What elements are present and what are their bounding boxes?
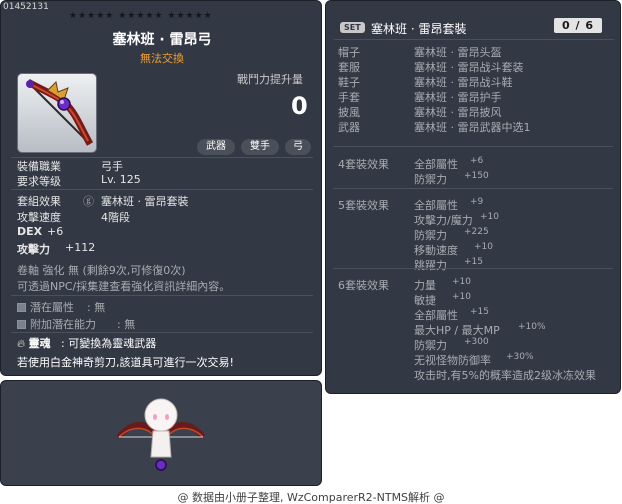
set-piece-name: 塞林班 · 雷昂头盔 <box>414 46 502 59</box>
req-level-value: Lv. 125 <box>101 173 141 186</box>
set-piece-name: 塞林班 · 雷昂护手 <box>414 91 502 104</box>
set-effect-value: 塞林班 · 雷昂套裝 <box>101 195 189 208</box>
set-effect-value: +10 <box>452 292 471 302</box>
dex-value: +6 <box>47 225 64 238</box>
potential-value: : 無 <box>87 301 106 314</box>
potential-row: 潛在屬性 <box>17 299 74 315</box>
set-effect-value: +150 <box>464 171 489 181</box>
attack-label: 攻擊力 <box>17 243 50 256</box>
category-tag-weapon: 武器 <box>197 139 235 155</box>
set-effect-value: +10 <box>480 212 499 222</box>
set-effect-stat: 全部屬性 <box>414 309 458 322</box>
set-effect-stat: 全部屬性 <box>414 158 458 171</box>
set-piece-counter: 0 / 6 <box>554 18 602 33</box>
set-effect-stat: 最大HP / 最大MP <box>414 324 500 337</box>
attack-speed-value: 4階段 <box>101 211 130 224</box>
soul-flame-icon: 🔥︎ <box>17 337 26 350</box>
set-effect-value: +300 <box>464 337 489 347</box>
soul-row: 🔥︎ 靈魂 <box>17 335 51 351</box>
star-force-stars: ★★★★★ ★★★★★ ★★★★★ <box>69 11 213 21</box>
set-piece-slot: 武器 <box>338 121 360 134</box>
set-piece-name: 塞林班 · 雷昂武器中选1 <box>414 121 531 134</box>
character-preview-image <box>116 398 206 471</box>
set-piece-name: 塞林班 · 雷昂战斗鞋 <box>414 76 513 89</box>
set-effect-value: +15 <box>464 257 483 267</box>
item-tooltip-panel: 01452131 ★★★★★ ★★★★★ ★★★★★ 塞林班 · 雷昂弓 無法交… <box>0 0 322 376</box>
set-effect-stat: 跳躍力 <box>414 259 447 272</box>
set-effect-value: +6 <box>470 156 484 166</box>
set-effect-value: +10 <box>474 242 493 252</box>
bow-icon <box>26 78 94 146</box>
category-tag-two-handed: 雙手 <box>241 139 279 155</box>
power-label: 戰鬥力提升量 <box>237 73 303 86</box>
set-badge-label: SET <box>340 22 365 33</box>
category-tag-bow: 弓 <box>285 139 311 155</box>
set-effect-title: 5套裝效果 <box>338 199 389 212</box>
potential-lock-icon <box>17 303 26 312</box>
set-effect-value: +9 <box>470 197 484 207</box>
set-piece-slot: 帽子 <box>338 46 360 59</box>
character-preview-panel <box>0 380 322 486</box>
power-value: 0 <box>291 92 308 120</box>
set-effect-value: +225 <box>464 227 489 237</box>
set-effect-stat: 无视怪物防御率 <box>414 354 491 367</box>
set-effect-stat: 攻击时,有5%的概率造成2级冰冻效果 <box>414 369 596 382</box>
set-effect-stat: 全部屬性 <box>414 199 458 212</box>
soul-label: 靈魂 <box>28 337 51 350</box>
set-name: 塞林班 · 雷昂套裝 <box>371 22 467 36</box>
npc-info: 可透過NPC/採集建查看強化資訊詳細內容。 <box>17 280 231 293</box>
set-effect-title: 4套裝效果 <box>338 158 389 171</box>
additional-potential-value: : 無 <box>117 318 136 331</box>
set-effect-value: +15 <box>470 307 489 317</box>
set-piece-slot: 套服 <box>338 61 360 74</box>
additional-potential-row: 附加潛在能力 <box>17 316 96 332</box>
set-piece-slot: 披風 <box>338 106 360 119</box>
set-effect-value: +10 <box>452 277 471 287</box>
set-effect-stat: 力量 <box>414 279 436 292</box>
dex-label: DEX <box>17 225 43 238</box>
additional-potential-label: 附加潛在能力 <box>30 318 96 331</box>
credit-footer: @ 数据由小册子整理, WzComparerR2-NTMS解析 @ <box>177 491 445 504</box>
req-level-label: 要求等级 <box>17 175 61 188</box>
item-id: 01452131 <box>3 2 49 12</box>
scissors-info: 若使用白金神奇剪刀,該道具可進行一次交易! <box>17 356 234 369</box>
soul-value: : 可變換為靈魂武器 <box>61 337 157 350</box>
item-name: 塞林班 · 雷昂弓 <box>112 32 212 48</box>
set-effect-stat: 防禦力 <box>414 229 447 242</box>
set-piece-name: 塞林班 · 雷昂战斗套装 <box>414 61 524 74</box>
set-effect-stat: 移動速度 <box>414 244 458 257</box>
set-effect-stat: 防禦力 <box>414 173 447 186</box>
set-badge: SET <box>340 20 365 33</box>
additional-potential-lock-icon <box>17 320 26 329</box>
item-icon-frame <box>17 73 97 153</box>
set-effect-label: 套組效果 <box>17 195 61 208</box>
set-effect-value: +30% <box>506 352 534 362</box>
req-job-label: 裝備職業 <box>17 160 61 173</box>
attack-value: +112 <box>65 241 96 254</box>
set-piece-slot: 鞋子 <box>338 76 360 89</box>
set-effect-stat: 攻擊力/魔力 <box>414 214 473 227</box>
set-effect-stat: 敏捷 <box>414 294 436 307</box>
set-piece-name: 塞林班 · 雷昂披风 <box>414 106 502 119</box>
req-job-value: 弓手 <box>101 160 123 173</box>
scroll-info: 卷軸 強化 無 (剩餘9次,可修復0次) <box>17 264 186 277</box>
potential-label: 潛在屬性 <box>30 301 74 314</box>
set-piece-slot: 手套 <box>338 91 360 104</box>
help-icon[interactable]: ⓖ <box>83 193 94 209</box>
set-effect-title: 6套裝效果 <box>338 279 389 292</box>
set-effect-value: +10% <box>518 322 546 332</box>
set-effect-stat: 防禦力 <box>414 339 447 352</box>
trade-status: 無法交換 <box>140 52 184 65</box>
attack-speed-label: 攻擊速度 <box>17 211 61 224</box>
